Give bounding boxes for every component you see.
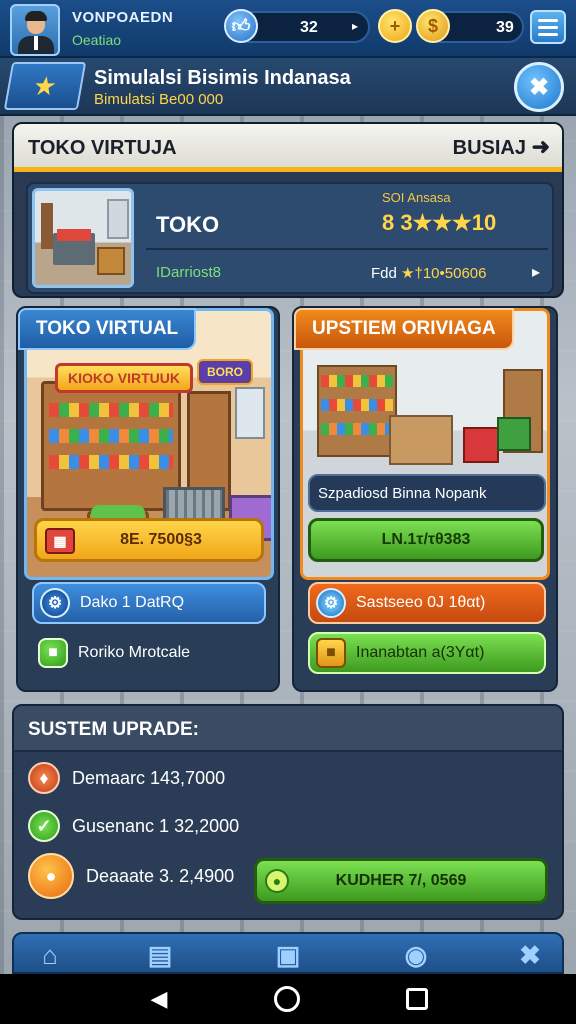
- upgrade-row[interactable]: ✓ Gusenanc 1 32,2000: [28, 806, 239, 846]
- upgrade-purchase-label: KUDHER 7/, 0569: [335, 872, 467, 889]
- supermarket-caption: Szpadiosd Binna Nopank: [308, 474, 546, 512]
- menu-icon: [538, 18, 558, 22]
- basket-icon: ▦: [45, 528, 75, 554]
- upgrade-chip-1-label: Sastseeo 0J 1θαt): [356, 594, 486, 611]
- store-value: Fdd ★†10•50606: [371, 265, 487, 282]
- upgrade-tab: UPSTIEM ORIVIAGA: [294, 308, 514, 350]
- store-sign-2: BORO: [197, 359, 253, 385]
- promo-label: Roriko Mrotcale: [78, 644, 191, 661]
- store-header-title: TOKO VIRTUJA: [28, 137, 177, 159]
- virtual-store-panel: KIOKO VIRTUUK BORO TOKO VIRTUAL ▦ 8E. 75…: [16, 306, 280, 692]
- check-icon: ✓: [28, 810, 60, 842]
- store-divider: [146, 248, 548, 250]
- settings-gear-icon: ⚙: [40, 588, 70, 618]
- system-upgrade-section: SUSTEM UPRADE: ♦ Demaarc 143,7000 ✓ Guse…: [12, 704, 564, 920]
- system-upgrade-title: SUSTEM UPRADE:: [14, 706, 562, 752]
- upgrade-row-label: Demaarc 143,7000: [72, 767, 226, 788]
- store-name: TOKO: [156, 212, 220, 237]
- thumbs-up-icon: 👍︎: [224, 9, 258, 43]
- back-icon[interactable]: ◀: [146, 986, 172, 1012]
- store-rating: 8 3★★★10: [382, 210, 497, 235]
- virtual-store-tab: TOKO VIRTUAL: [18, 308, 197, 350]
- tools-icon[interactable]: ✖: [512, 938, 548, 972]
- home-circle-icon[interactable]: [274, 986, 300, 1012]
- upgrade-chip-2[interactable]: ■ Inanabtan a(3Yαt): [308, 632, 546, 674]
- daily-bonus-label: Dako 1 DatRQ: [80, 594, 185, 611]
- title-bar: ★ Simulalsi Bisimis Indanasa Bimulatsi B…: [0, 58, 576, 116]
- buy-store-button[interactable]: ▦ 8E. 7500§3: [34, 518, 264, 562]
- menu-button[interactable]: [530, 10, 566, 44]
- chevron-right-icon[interactable]: ➜: [532, 134, 550, 160]
- likes-arrow-icon: ▸: [352, 19, 359, 33]
- profile-icon[interactable]: ◉: [398, 938, 434, 972]
- store-card[interactable]: TOKO SOI Ansasa 8 3★★★10 IDarriost8 Fdd …: [26, 182, 554, 294]
- store-sign: KIOKO VIRTUUK: [55, 363, 193, 393]
- store-panel: TOKO VIRTUJA BUSIAJ ➜ TOKO SOI Ansasa 8 …: [12, 122, 564, 298]
- upgrade-row-label: Deaaate 3. 2,4900: [86, 865, 235, 886]
- upgrade-row[interactable]: ● Deaaate 3. 2,4900: [28, 853, 235, 899]
- store-score-label: SOI Ansasa: [382, 190, 451, 205]
- system-navigation-bar: ◀: [0, 974, 576, 1024]
- box-icon: ■: [316, 638, 346, 668]
- player-avatar[interactable]: [10, 4, 60, 56]
- upgrade-purchase-button[interactable]: ● KUDHER 7/, 0569: [254, 858, 548, 904]
- upgrade-row[interactable]: ♦ Demaarc 143,7000: [28, 758, 225, 798]
- coins-value: 39: [496, 19, 514, 36]
- stats-icon[interactable]: ▤: [142, 938, 178, 972]
- top-bar: VONPOAEDN Oeatiao 32 ▸ 👍︎ + 39 $: [0, 0, 576, 58]
- tools-button[interactable]: ✖: [514, 62, 564, 112]
- bottom-navigation: ⌂ ▤ ▣ ◉ ✖: [12, 932, 564, 974]
- upgrade-chip-1[interactable]: ⚙ Sastseeo 0J 1θαt): [308, 582, 546, 624]
- game-subtitle: Bimulatsi Be00 000: [94, 91, 224, 108]
- game-title: Simulalsi Bisimis Indanasa: [94, 67, 351, 89]
- bag-icon[interactable]: ▣: [270, 938, 306, 972]
- upgrade-row-label: Gusenanc 1 32,2000: [72, 815, 240, 836]
- likes-value: 32: [300, 19, 318, 36]
- gold-coin-icon: $: [416, 9, 450, 43]
- plus-coin-icon[interactable]: +: [378, 9, 412, 43]
- star-ticket-icon: ★: [3, 62, 87, 110]
- system-upgrade-panel: UPSTIEM ORIVIAGA Szpadiosd Binna Nopank …: [292, 306, 558, 692]
- store-status: IDarriost8: [156, 264, 222, 281]
- store-header: TOKO VIRTUJA BUSIAJ ➜: [14, 124, 562, 172]
- daily-bonus-chip[interactable]: ⚙ Dako 1 DatRQ: [32, 582, 266, 624]
- chevron-right-icon[interactable]: ▸: [532, 262, 540, 282]
- upgrade-buy-button[interactable]: LN.1τ/τθ383: [308, 518, 544, 562]
- player-name: VONPOAEDN: [72, 9, 174, 26]
- wrench-icon: ✖: [528, 73, 550, 101]
- buy-store-price: 8E. 7500§3: [120, 531, 202, 548]
- green-badge-icon: ■: [38, 638, 68, 668]
- orange-orb-icon: ●: [28, 853, 74, 899]
- store-thumbnail: [32, 188, 134, 288]
- player-subtitle: Oeatiao: [72, 32, 122, 48]
- recents-icon[interactable]: [406, 988, 428, 1010]
- coin-icon: ●: [265, 869, 289, 893]
- promo-chip[interactable]: ■ Roriko Mrotcale: [32, 632, 266, 674]
- blue-gear-icon: ⚙: [316, 588, 346, 618]
- upgrade-chip-2-label: Inanabtan a(3Yαt): [356, 644, 485, 661]
- orange-badge-icon: ♦: [28, 762, 60, 794]
- store-header-link[interactable]: BUSIAJ: [453, 137, 526, 160]
- home-icon[interactable]: ⌂: [32, 938, 68, 972]
